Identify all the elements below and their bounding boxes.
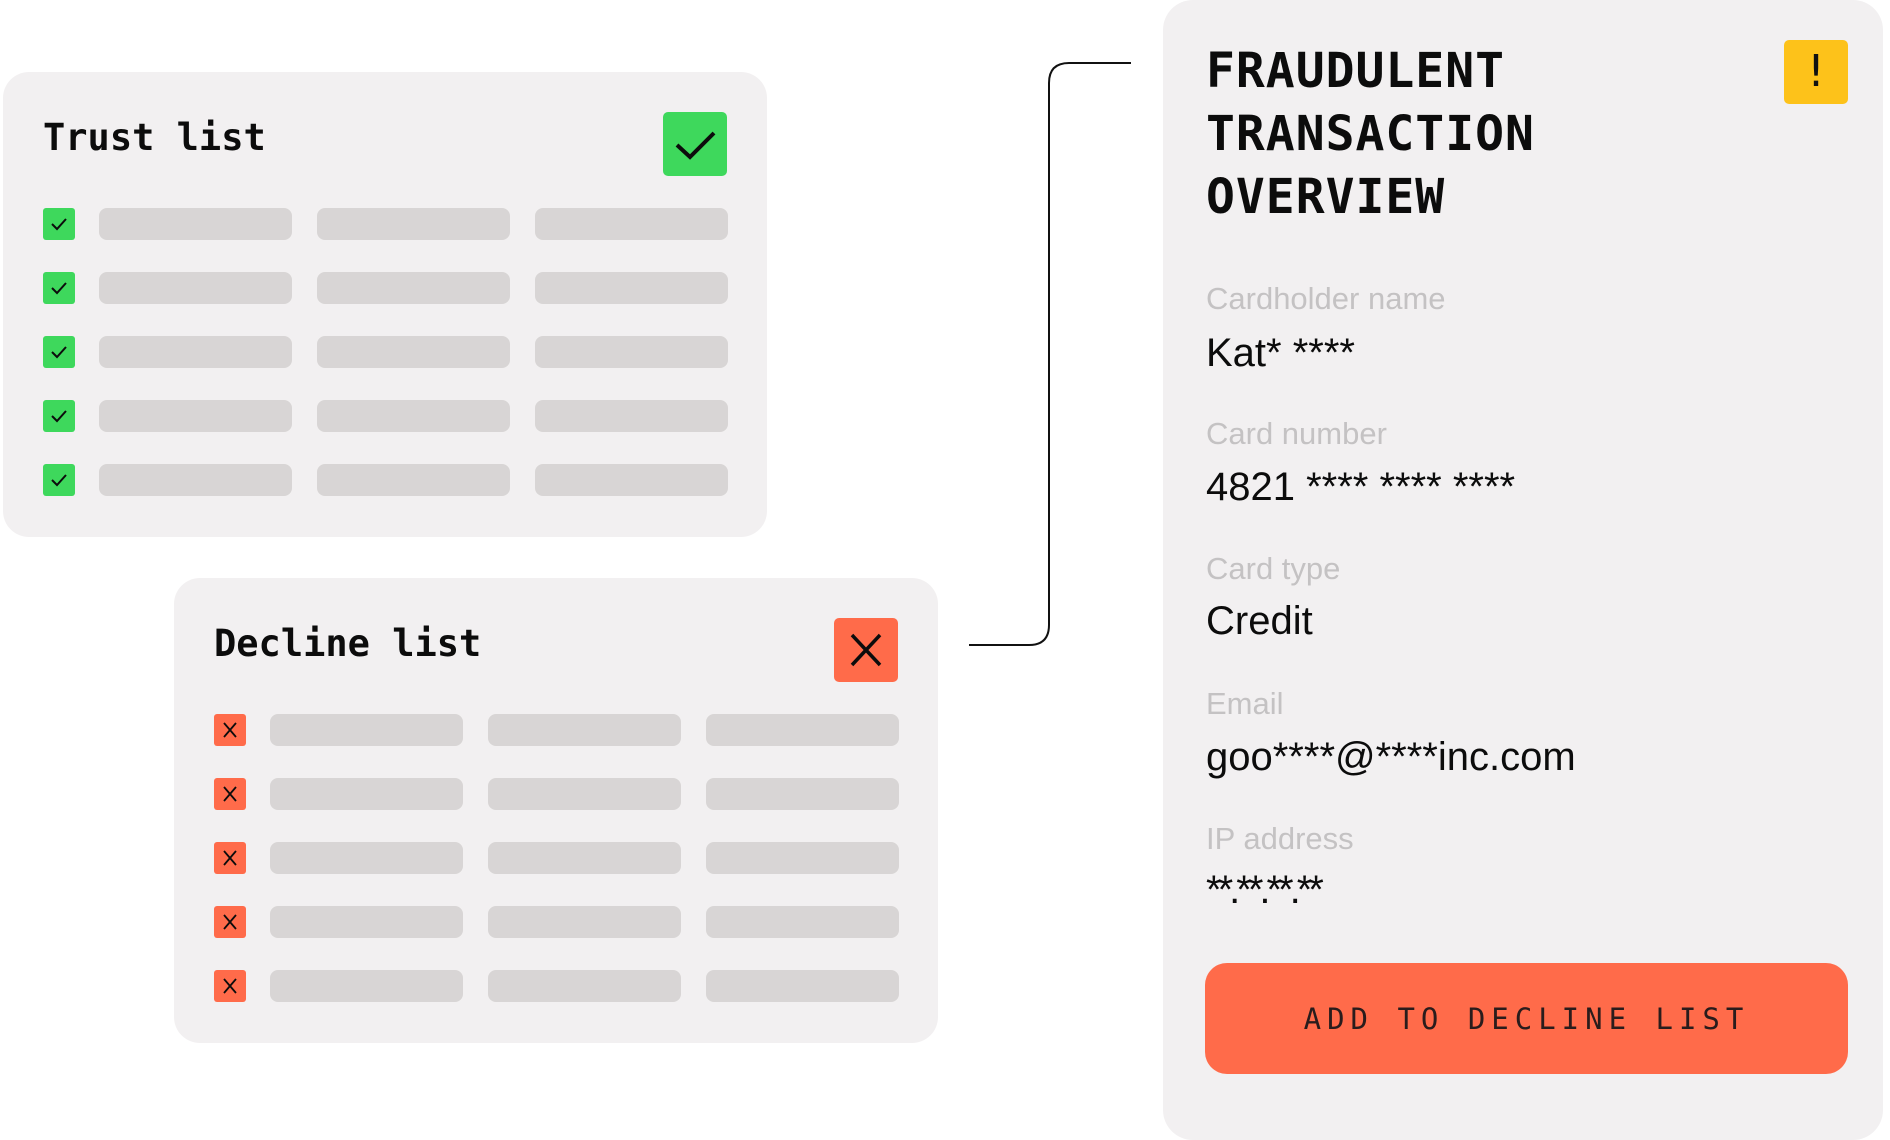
trust-list-row (3, 400, 767, 432)
placeholder-cell (99, 208, 292, 240)
trust-status-badge (663, 112, 727, 176)
placeholder-cell (488, 778, 681, 810)
placeholder-cell (706, 842, 899, 874)
ip-address-value: **.**.**.** (1206, 868, 1324, 912)
trust-list-row (3, 336, 767, 368)
x-icon (223, 786, 237, 802)
trust-list-row (3, 272, 767, 304)
card-number-value: 4821 **** **** **** (1206, 465, 1516, 509)
row-decline-checkbox[interactable] (214, 906, 246, 938)
placeholder-cell (99, 464, 292, 496)
x-icon (223, 850, 237, 866)
placeholder-cell (270, 970, 463, 1002)
check-icon (51, 282, 67, 295)
add-to-decline-list-button[interactable]: ADD TO DECLINE LIST (1205, 963, 1848, 1074)
x-icon (223, 914, 237, 930)
placeholder-cell (317, 208, 510, 240)
placeholder-cell (270, 906, 463, 938)
decline-list-row (174, 970, 938, 1002)
placeholder-cell (706, 778, 899, 810)
check-icon (675, 131, 716, 160)
decline-list-title: Decline list (214, 622, 482, 665)
decline-list-panel: Decline list (174, 578, 938, 1043)
placeholder-cell (535, 336, 728, 368)
connector-line (969, 62, 1131, 646)
placeholder-cell (99, 336, 292, 368)
placeholder-cell (317, 272, 510, 304)
placeholder-cell (535, 272, 728, 304)
card-number-label: Card number (1206, 416, 1387, 451)
ip-address-label: IP address (1206, 821, 1354, 856)
check-icon (51, 346, 67, 359)
x-icon (850, 633, 882, 667)
exclamation-icon: ! (1802, 46, 1830, 97)
check-icon (51, 474, 67, 487)
overview-title: FRAUDULENT TRANSACTION OVERVIEW (1206, 43, 1535, 225)
row-decline-checkbox[interactable] (214, 970, 246, 1002)
placeholder-cell (488, 970, 681, 1002)
row-check-checkbox[interactable] (43, 400, 75, 432)
decline-list-row (174, 842, 938, 874)
placeholder-cell (706, 970, 899, 1002)
placeholder-cell (99, 272, 292, 304)
placeholder-cell (535, 208, 728, 240)
cardholder-name-value: Kat* **** (1206, 331, 1355, 375)
email-value: goo****@****inc.com (1206, 735, 1576, 779)
placeholder-cell (706, 906, 899, 938)
placeholder-cell (317, 336, 510, 368)
trust-list-title: Trust list (43, 116, 266, 159)
decline-list-row (174, 906, 938, 938)
trust-list-panel: Trust list (3, 72, 767, 537)
card-type-value: Credit (1206, 599, 1313, 643)
decline-status-badge (834, 618, 898, 682)
decline-list-row (174, 778, 938, 810)
placeholder-cell (270, 714, 463, 746)
check-icon (51, 218, 67, 231)
row-decline-checkbox[interactable] (214, 714, 246, 746)
placeholder-cell (270, 778, 463, 810)
row-decline-checkbox[interactable] (214, 778, 246, 810)
placeholder-cell (535, 464, 728, 496)
cardholder-name-label: Cardholder name (1206, 281, 1446, 316)
placeholder-cell (488, 906, 681, 938)
email-label: Email (1206, 686, 1284, 721)
check-icon (51, 410, 67, 423)
row-check-checkbox[interactable] (43, 336, 75, 368)
placeholder-cell (706, 714, 899, 746)
row-check-checkbox[interactable] (43, 208, 75, 240)
x-icon (223, 978, 237, 994)
placeholder-cell (270, 842, 463, 874)
placeholder-cell (317, 400, 510, 432)
trust-list-row (3, 208, 767, 240)
row-decline-checkbox[interactable] (214, 842, 246, 874)
warning-badge: ! (1784, 40, 1848, 104)
placeholder-cell (317, 464, 510, 496)
decline-list-row (174, 714, 938, 746)
trust-list-row (3, 464, 767, 496)
placeholder-cell (99, 400, 292, 432)
card-type-label: Card type (1206, 551, 1341, 586)
x-icon (223, 722, 237, 738)
row-check-checkbox[interactable] (43, 464, 75, 496)
placeholder-cell (488, 842, 681, 874)
placeholder-cell (535, 400, 728, 432)
placeholder-cell (488, 714, 681, 746)
row-check-checkbox[interactable] (43, 272, 75, 304)
